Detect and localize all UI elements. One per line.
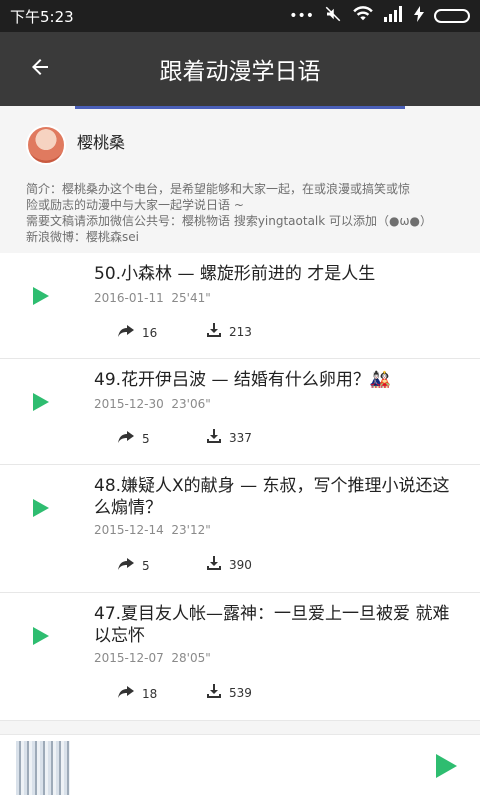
download-stat[interactable]: 539 <box>207 684 252 701</box>
author-name: 樱桃桑 <box>77 133 126 152</box>
download-icon <box>207 323 221 340</box>
episode-duration: 28'05" <box>171 651 211 665</box>
episode-title: 48.嫌疑人X的献身 — 东叔，写个推理小说还这么煽情？ <box>94 476 450 518</box>
episode-item[interactable]: 47.夏目友人帐—露神：一旦爱上一旦被爱 就难以忘怀 2015-12-07 28… <box>0 593 480 721</box>
status-time: 下午5:23 <box>10 7 74 26</box>
avatar[interactable] <box>26 125 66 165</box>
episode-meta: 2016-01-11 25'41" <box>94 291 211 305</box>
download-count: 337 <box>229 430 252 445</box>
share-count: 5 <box>142 431 150 446</box>
share-count: 5 <box>142 558 150 573</box>
share-count: 16 <box>142 325 158 340</box>
share-icon <box>118 431 134 446</box>
episode-date: 2015-12-30 <box>94 397 164 411</box>
share-stat[interactable]: 16 <box>118 325 157 340</box>
download-count: 213 <box>229 324 252 339</box>
download-count: 539 <box>229 685 252 700</box>
episode-duration: 23'06" <box>171 397 211 411</box>
intro-line: 简介：樱桃桑办这个电台，是希望能够和大家一起，在或浪漫或搞笑或惊 <box>26 182 411 196</box>
content-area[interactable]: 樱桃桑 简介：樱桃桑办这个电台，是希望能够和大家一起，在或浪漫或搞笑或惊 险或励… <box>0 106 480 734</box>
episode-title: 47.夏目友人帐—露神：一旦爱上一旦被爱 就难以忘怀 <box>94 604 450 646</box>
intro-line: 险或励志的动漫中与大家一起学说日语 ~ <box>26 198 244 212</box>
back-arrow-icon <box>28 55 52 83</box>
app-bar: 跟着动漫学日语 <box>0 32 480 106</box>
download-stat[interactable]: 390 <box>207 556 252 573</box>
share-icon <box>118 325 134 340</box>
play-button[interactable] <box>30 625 52 647</box>
wifi-icon <box>352 6 374 26</box>
intro-line: 需要文稿请添加微信公共号：樱桃物语 搜索yingtaotalk 可以添加（●ω●… <box>26 214 433 228</box>
download-stat[interactable]: 213 <box>207 323 252 340</box>
share-icon <box>118 558 134 573</box>
episode-duration: 23'12" <box>171 523 211 537</box>
episode-item[interactable]: 50.小森林 — 螺旋形前进的 才是人生 2016-01-11 25'41" 1… <box>0 253 480 359</box>
play-button[interactable] <box>30 285 52 307</box>
download-stat[interactable]: 337 <box>207 429 252 446</box>
share-stat[interactable]: 5 <box>118 431 150 446</box>
share-icon <box>118 686 134 701</box>
episode-meta: 2015-12-07 28'05" <box>94 651 211 665</box>
share-count: 18 <box>142 686 158 701</box>
battery-icon <box>434 9 470 23</box>
mute-icon <box>324 5 342 27</box>
episode-title: 49.花开伊吕波 — 结婚有什么卵用？🎎 <box>94 370 392 390</box>
play-button[interactable] <box>30 391 52 413</box>
episode-meta: 2015-12-14 23'12" <box>94 523 211 537</box>
back-button[interactable] <box>0 32 80 106</box>
episode-duration: 25'41" <box>171 291 211 305</box>
profile-intro: 简介：樱桃桑办这个电台，是希望能够和大家一起，在或浪漫或搞笑或惊 险或励志的动漫… <box>26 181 456 245</box>
episode-item[interactable]: 49.花开伊吕波 — 结婚有什么卵用？🎎 2015-12-30 23'06" 5… <box>0 359 480 465</box>
play-icon <box>434 753 458 783</box>
episode-title: 50.小森林 — 螺旋形前进的 才是人生 <box>94 264 376 284</box>
episode-item[interactable]: 48.嫌疑人X的献身 — 东叔，写个推理小说还这么煽情？ 2015-12-14 … <box>0 465 480 593</box>
download-icon <box>207 684 221 701</box>
album-cover[interactable] <box>16 741 70 795</box>
share-stat[interactable]: 18 <box>118 686 157 701</box>
charging-icon <box>414 6 424 26</box>
status-icons: ••• <box>289 5 470 27</box>
player-play-button[interactable] <box>432 754 460 782</box>
mini-player[interactable] <box>0 734 480 800</box>
more-dots-icon: ••• <box>289 8 314 24</box>
download-count: 390 <box>229 557 252 572</box>
share-stat[interactable]: 5 <box>118 558 150 573</box>
episode-date: 2015-12-14 <box>94 523 164 537</box>
download-icon <box>207 429 221 446</box>
episode-date: 2016-01-11 <box>94 291 164 305</box>
status-bar: 下午5:23 ••• <box>0 0 480 32</box>
episode-meta: 2015-12-30 23'06" <box>94 397 211 411</box>
intro-line: 新浪微博：樱桃森sei <box>26 230 139 244</box>
download-icon <box>207 556 221 573</box>
signal-icon <box>384 6 404 26</box>
play-button[interactable] <box>30 497 52 519</box>
episode-date: 2015-12-07 <box>94 651 164 665</box>
